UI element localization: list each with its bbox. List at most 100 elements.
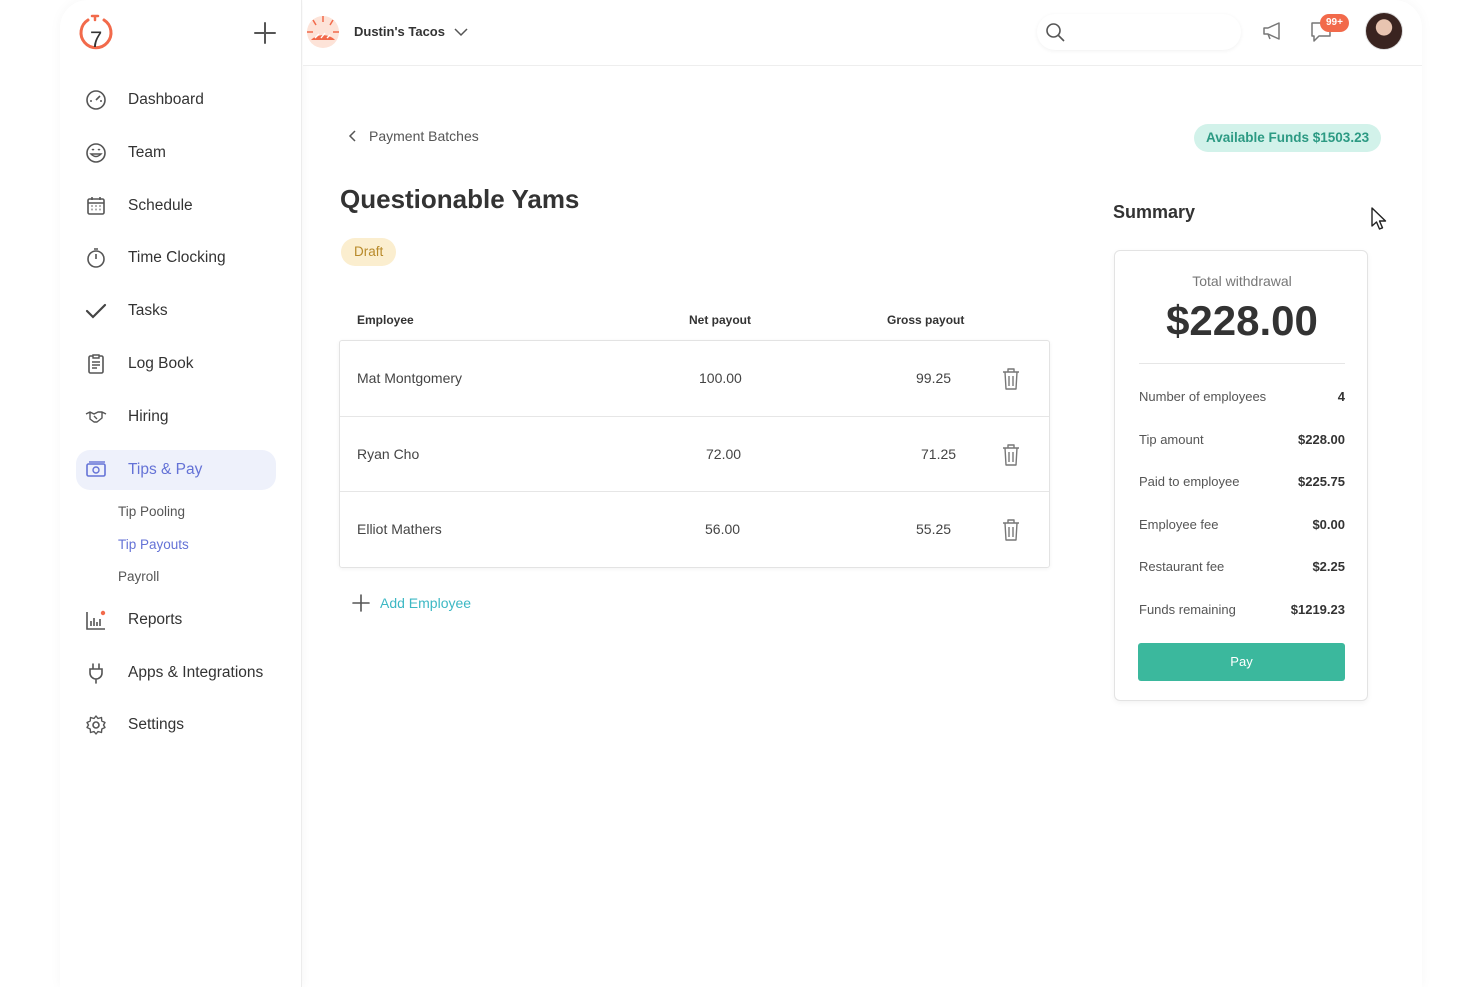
svg-text:7: 7 xyxy=(90,27,102,52)
cash-icon xyxy=(84,458,108,482)
status-badge: Draft xyxy=(341,238,397,266)
summary-row-label: Restaurant fee xyxy=(1139,559,1225,574)
net-payout: 100.00 xyxy=(699,370,742,386)
smiley-icon xyxy=(84,141,108,165)
search-icon xyxy=(1046,23,1065,42)
chevron-left-icon xyxy=(348,130,356,142)
sidebar-item-label: Settings xyxy=(128,716,185,734)
summary-row: Restaurant fee $2.25 xyxy=(1139,559,1345,574)
user-avatar[interactable] xyxy=(1365,12,1403,50)
sidebar-nav: Dashboard Team Schedule Time Clocking Ta… xyxy=(76,80,276,758)
column-header-net-payout: Net payout xyxy=(689,313,752,327)
summary-row: Paid to employee $225.75 xyxy=(1139,474,1345,489)
plug-icon xyxy=(84,661,108,685)
sidebar-item-schedule[interactable]: Schedule xyxy=(76,186,276,226)
trash-icon[interactable] xyxy=(1000,518,1022,542)
summary-title: Summary xyxy=(1113,202,1196,222)
column-header-employee: Employee xyxy=(357,313,414,327)
mouse-cursor-icon xyxy=(1371,207,1387,230)
tips-pay-subnav: Tip Pooling Tip Payouts Payroll xyxy=(76,496,276,594)
sidebar: 7 Dashboard Team Schedule Time Clocking … xyxy=(60,0,302,987)
sidebar-item-label: Hiring xyxy=(128,407,169,425)
trash-icon[interactable] xyxy=(1000,367,1022,391)
sidebar-item-label: Time Clocking xyxy=(128,249,226,267)
sidebar-item-dashboard[interactable]: Dashboard xyxy=(76,80,276,120)
bar-chart-icon xyxy=(84,608,108,632)
sidebar-item-label: Team xyxy=(128,143,166,161)
sidebar-item-label: Tips & Pay xyxy=(128,460,203,478)
sidebar-item-label: Log Book xyxy=(128,354,194,372)
summary-row: Number of employees 4 xyxy=(1139,389,1345,404)
restaurant-name[interactable]: Dustin's Tacos xyxy=(354,24,445,39)
net-payout: 72.00 xyxy=(706,445,742,462)
add-employee-button[interactable]: Add Employee xyxy=(351,593,471,613)
table-row: Elliot Mathers 56.00 55.25 xyxy=(340,492,1049,568)
sidebar-item-hiring[interactable]: Hiring xyxy=(76,397,276,437)
sidebar-item-label: Schedule xyxy=(128,196,193,214)
page-title: Questionable Yams xyxy=(340,184,580,214)
subnav-item-payroll[interactable]: Payroll xyxy=(118,561,276,594)
plus-icon xyxy=(352,594,370,612)
employee-name: Elliot Mathers xyxy=(357,521,442,537)
app-logo[interactable]: 7 xyxy=(78,12,114,54)
summary-row-label: Employee fee xyxy=(1139,517,1219,532)
announcements-icon[interactable] xyxy=(1261,18,1287,44)
trash-icon[interactable] xyxy=(1000,443,1022,467)
sidebar-item-label: Tasks xyxy=(128,302,168,320)
divider xyxy=(1139,363,1345,364)
clipboard-icon xyxy=(84,352,108,376)
summary-row-value: $225.75 xyxy=(1298,474,1345,489)
employee-name: Ryan Cho xyxy=(357,445,420,462)
restaurant-logo xyxy=(307,16,339,48)
checkmark-icon xyxy=(84,299,108,323)
sidebar-item-apps-integrations[interactable]: Apps & Integrations xyxy=(76,653,276,693)
total-withdrawal-label: Total withdrawal xyxy=(1192,273,1292,289)
pay-button[interactable]: Pay xyxy=(1138,643,1345,681)
summary-row-value: $1219.23 xyxy=(1290,602,1345,617)
summary-row-value: $0.00 xyxy=(1312,517,1345,532)
summary-row-label: Tip amount xyxy=(1139,432,1204,447)
sidebar-item-team[interactable]: Team xyxy=(76,133,276,173)
summary-row-value: 4 xyxy=(1337,389,1345,404)
summary-row: Tip amount $228.00 xyxy=(1139,432,1345,447)
handshake-icon xyxy=(84,405,108,429)
notification-badge: 99+ xyxy=(1320,14,1349,32)
back-to-payment-batches[interactable]: Payment Batches xyxy=(347,128,479,144)
create-button[interactable] xyxy=(252,20,278,46)
gross-payout: 55.25 xyxy=(916,521,952,537)
summary-row-label: Paid to employee xyxy=(1139,474,1240,489)
calendar-icon xyxy=(84,194,108,218)
summary-row-label: Number of employees xyxy=(1139,389,1267,404)
total-withdrawal-amount: $228.00 xyxy=(1166,297,1318,344)
subnav-item-tip-payouts[interactable]: Tip Payouts xyxy=(118,529,276,562)
subnav-item-tip-pooling[interactable]: Tip Pooling xyxy=(118,496,276,529)
summary-row-value: $2.25 xyxy=(1312,559,1345,574)
sidebar-item-label: Dashboard xyxy=(128,91,204,108)
gross-payout: 71.25 xyxy=(921,445,957,462)
table-row: Ryan Cho 72.00 71.25 xyxy=(340,417,1049,492)
summary-row: Employee fee $0.00 xyxy=(1139,517,1345,532)
sidebar-item-tips-pay[interactable]: Tips & Pay xyxy=(76,449,276,490)
sidebar-item-log-book[interactable]: Log Book xyxy=(76,344,276,384)
sidebar-item-tasks[interactable]: Tasks xyxy=(76,291,276,331)
sidebar-item-reports[interactable]: Reports xyxy=(76,600,276,640)
column-header-gross-payout: Gross payout xyxy=(887,313,965,327)
payout-table: Mat Montgomery 100.00 99.25 Ryan Cho 72.… xyxy=(339,340,1050,568)
summary-card: Total withdrawal $228.00 Number of emplo… xyxy=(1114,250,1368,701)
back-link-label: Payment Batches xyxy=(369,128,479,144)
available-funds-badge: Available Funds $1503.23 xyxy=(1194,124,1382,152)
sidebar-item-label: Apps & Integrations xyxy=(128,663,264,681)
sidebar-item-label: Reports xyxy=(128,610,183,628)
net-payout: 56.00 xyxy=(705,521,741,537)
add-employee-label: Add Employee xyxy=(380,595,472,611)
search-input[interactable] xyxy=(1037,14,1241,50)
summary-row-value: $228.00 xyxy=(1298,432,1345,447)
summary-row: Funds remaining $1219.23 xyxy=(1139,602,1345,617)
top-bar: Dustin's Tacos 99+ xyxy=(303,0,1422,66)
table-row: Mat Montgomery 100.00 99.25 xyxy=(340,341,1049,417)
sidebar-item-time-clocking[interactable]: Time Clocking xyxy=(76,238,276,278)
chevron-down-icon[interactable] xyxy=(453,24,469,40)
sidebar-item-settings[interactable]: Settings xyxy=(76,705,276,745)
employee-name: Mat Montgomery xyxy=(357,370,463,386)
summary-row-label: Funds remaining xyxy=(1139,602,1236,617)
